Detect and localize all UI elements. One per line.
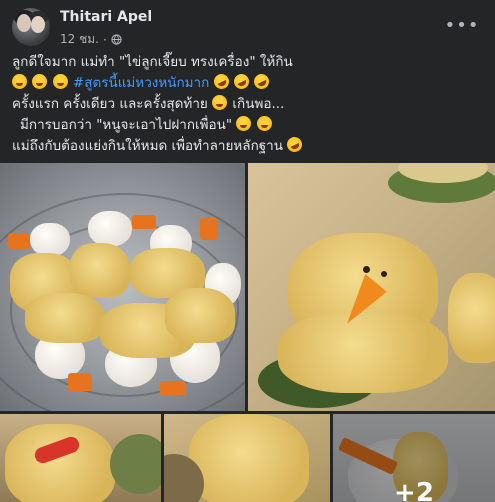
photo-steamer-chicks[interactable] bbox=[0, 163, 245, 411]
grinning-face-icon bbox=[256, 116, 272, 131]
post-line-3: ครั้งแรก ครั้งเดียว และครั้งสุดท้าย เกิน… bbox=[12, 94, 482, 115]
grinning-face-icon bbox=[12, 74, 27, 89]
post-text-line: เกินพอ... bbox=[232, 96, 285, 112]
rofl-face-icon bbox=[251, 71, 272, 92]
more-options-icon[interactable]: ••• bbox=[445, 12, 479, 38]
post-line-2: #สูตรนี้แม่หวงหนักมาก bbox=[12, 71, 482, 94]
avatar[interactable] bbox=[12, 8, 50, 46]
post-text-line: ลูกดีใจมาก แม่ทำ "ไข่ลูกเจี๊ยบ ทรงเครื่อ… bbox=[12, 54, 293, 70]
post-text-line: ครั้งแรก ครั้งเดียว และครั้งสุดท้าย bbox=[12, 96, 208, 112]
post-time[interactable]: 12 ชม. bbox=[60, 30, 99, 49]
photo-chick-closeup[interactable] bbox=[248, 163, 495, 411]
grinning-face-icon bbox=[52, 74, 68, 89]
post-text-line: แม่ถึงกับต้องแย่งกินให้หมด เพื่อทำลายหลั… bbox=[12, 138, 283, 154]
rofl-face-icon bbox=[231, 71, 252, 92]
photo-chick-right[interactable]: +2 bbox=[333, 414, 495, 502]
photo-chick-middle[interactable] bbox=[164, 414, 330, 502]
more-photos-overlay[interactable]: +2 bbox=[333, 414, 495, 502]
grinning-face-icon bbox=[236, 116, 252, 131]
post-line-4: มีการบอกว่า "หนูจะเอาไปฝากเพื่อน" bbox=[12, 115, 482, 136]
post-text-line: มีการบอกว่า "หนูจะเอาไปฝากเพื่อน" bbox=[20, 117, 233, 133]
photo-chick-left[interactable] bbox=[0, 414, 161, 502]
globe-icon[interactable] bbox=[111, 34, 122, 45]
post-line-1: ลูกดีใจมาก แม่ทำ "ไข่ลูกเจี๊ยบ ทรงเครื่อ… bbox=[12, 52, 482, 73]
grinning-face-icon bbox=[212, 95, 228, 110]
post-header: Thitari Apel 12 ชม. · ••• bbox=[0, 0, 495, 48]
rofl-face-icon bbox=[284, 134, 305, 155]
more-photos-count: +2 bbox=[394, 478, 434, 502]
photo-gallery: +2 bbox=[0, 163, 495, 502]
grinning-face-icon bbox=[32, 74, 48, 89]
meta-separator: · bbox=[102, 32, 107, 47]
hashtag-link[interactable]: #สูตรนี้แม่หวงหนักมาก bbox=[73, 75, 209, 91]
post-text: ลูกดีใจมาก แม่ทำ "ไข่ลูกเจี๊ยบ ทรงเครื่อ… bbox=[12, 52, 482, 157]
post-meta: 12 ชม. · bbox=[60, 30, 122, 49]
author-name[interactable]: Thitari Apel bbox=[60, 9, 152, 25]
post-line-5: แม่ถึงกับต้องแย่งกินให้หมด เพื่อทำลายหลั… bbox=[12, 134, 482, 157]
rofl-face-icon bbox=[211, 71, 232, 92]
